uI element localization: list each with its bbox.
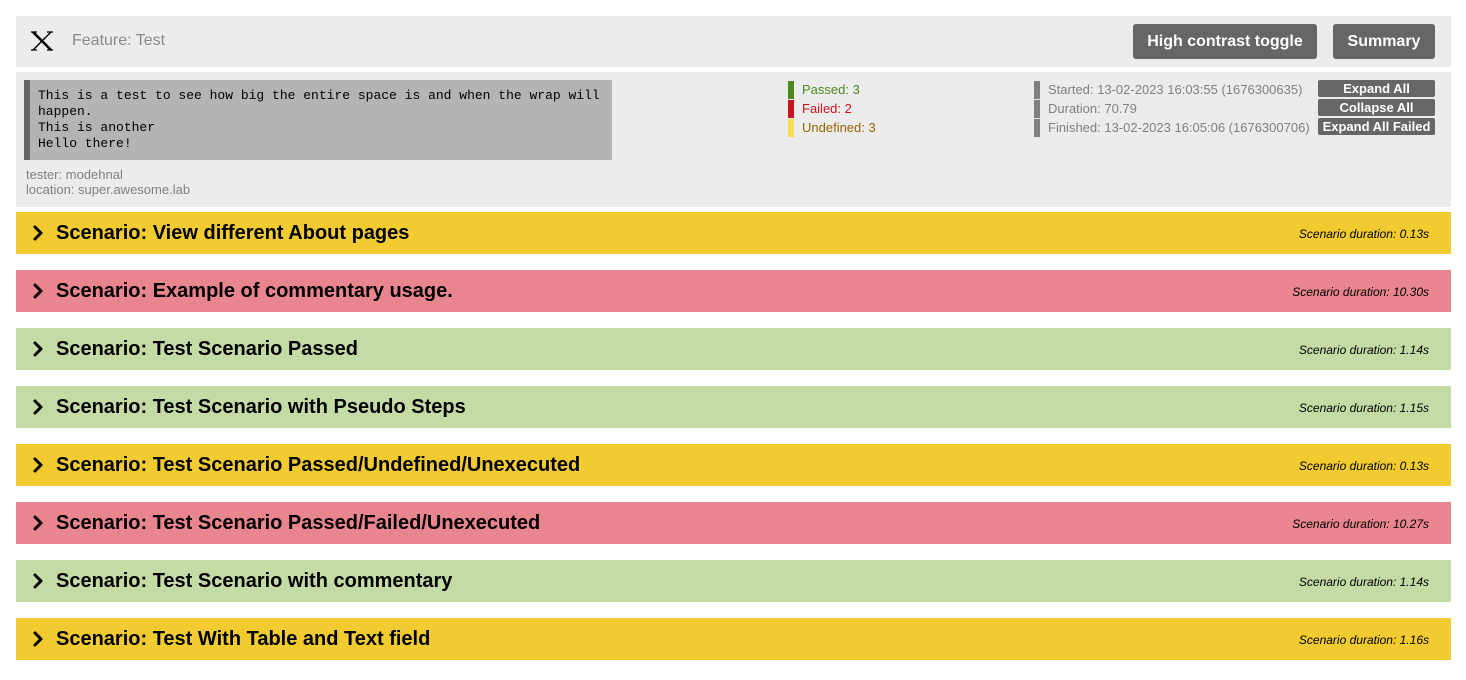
undefined-indicator	[788, 118, 794, 137]
chevron-right-icon[interactable]	[32, 340, 44, 358]
description-line: This is a test to see how big the entire…	[38, 88, 608, 119]
feature-metadata: tester: modehnal location: super.awesome…	[26, 167, 190, 197]
time-indicator	[1034, 118, 1040, 137]
collapse-all-button[interactable]: Collapse All	[1318, 99, 1435, 116]
scenario-duration: Scenario duration: 10.27s	[1292, 517, 1429, 531]
chevron-right-icon[interactable]	[32, 282, 44, 300]
scenario-row[interactable]: Scenario: Test Scenario Passed/Undefined…	[16, 444, 1451, 486]
chevron-right-icon[interactable]	[32, 630, 44, 648]
scenario-title: Scenario: Test Scenario with Pseudo Step…	[56, 396, 466, 418]
finished-time-label: Finished: 13-02-2023 16:05:06 (167630070…	[1048, 120, 1310, 135]
scenario-row[interactable]: Scenario: Test With Table and Text field…	[16, 618, 1451, 660]
tester-label: tester: modehnal	[26, 167, 123, 182]
failed-count-label: Failed: 2	[802, 101, 852, 116]
scenario-row[interactable]: Scenario: Test Scenario Passed/Failed/Un…	[16, 502, 1451, 544]
scenario-title: Scenario: Test Scenario Passed/Undefined…	[56, 454, 581, 476]
scenario-duration: Scenario duration: 0.13s	[1298, 459, 1429, 473]
chevron-right-icon[interactable]	[32, 398, 44, 416]
started-time-label: Started: 13-02-2023 16:03:55 (1676300635…	[1048, 82, 1303, 97]
undefined-count: Undefined: 3	[788, 118, 876, 137]
scenario-row[interactable]: Scenario: View different About pages Scen…	[16, 212, 1451, 254]
feature-header: Feature: Test High contrast toggle Summa…	[16, 16, 1451, 67]
scenario-duration: Scenario duration: 1.16s	[1298, 633, 1429, 647]
description-line: Hello there!	[38, 136, 132, 151]
chevron-right-icon[interactable]	[32, 456, 44, 474]
scenario-duration: Scenario duration: 1.14s	[1298, 575, 1429, 589]
x-logo-icon	[30, 26, 54, 56]
scenario-row[interactable]: Scenario: Test Scenario with commentary S…	[16, 560, 1451, 602]
expand-all-button[interactable]: Expand All	[1318, 80, 1435, 97]
feature-description: This is a test to see how big the entire…	[24, 80, 612, 160]
scenario-row[interactable]: Scenario: Test Scenario with Pseudo Step…	[16, 386, 1451, 428]
scenario-title: Scenario: Test Scenario with commentary	[56, 570, 453, 592]
failed-indicator	[788, 99, 794, 118]
feature-title: Feature: Test	[72, 32, 166, 49]
duration-time-label: Duration: 70.79	[1048, 101, 1137, 116]
passed-indicator	[788, 80, 794, 99]
expand-actions: Expand All Collapse All Expand All Faile…	[1318, 80, 1435, 137]
expand-all-failed-button[interactable]: Expand All Failed	[1318, 118, 1435, 135]
chevron-right-icon[interactable]	[32, 514, 44, 532]
chevron-right-icon[interactable]	[32, 224, 44, 242]
run-times: Started: 13-02-2023 16:03:55 (1676300635…	[1034, 80, 1310, 137]
scenario-title: Scenario: Test Scenario Passed	[56, 338, 358, 360]
status-counts: Passed: 3 Failed: 2 Undefined: 3	[788, 80, 876, 137]
scenario-duration: Scenario duration: 0.13s	[1298, 227, 1429, 241]
finished-time: Finished: 13-02-2023 16:05:06 (167630070…	[1034, 118, 1310, 137]
scenario-duration: Scenario duration: 1.14s	[1298, 343, 1429, 357]
undefined-count-label: Undefined: 3	[802, 120, 876, 135]
scenario-title: Scenario: Example of commentary usage.	[56, 280, 453, 302]
location-label: location: super.awesome.lab	[26, 182, 191, 197]
started-time: Started: 13-02-2023 16:03:55 (1676300635…	[1034, 80, 1310, 99]
time-indicator	[1034, 80, 1040, 99]
passed-count: Passed: 3	[788, 80, 876, 99]
passed-count-label: Passed: 3	[802, 82, 860, 97]
duration-time: Duration: 70.79	[1034, 99, 1310, 118]
chevron-right-icon[interactable]	[32, 572, 44, 590]
time-indicator	[1034, 99, 1040, 118]
scenario-duration: Scenario duration: 10.30s	[1292, 285, 1429, 299]
scenario-title: Scenario: View different About pages	[56, 222, 410, 244]
scenario-row[interactable]: Scenario: Example of commentary usage. Sc…	[16, 270, 1451, 312]
scenario-duration: Scenario duration: 1.15s	[1298, 401, 1429, 415]
summary-button[interactable]: Summary	[1333, 24, 1435, 59]
scenario-row[interactable]: Scenario: Test Scenario Passed Scenario d…	[16, 328, 1451, 370]
failed-count: Failed: 2	[788, 99, 876, 118]
scenario-title: Scenario: Test Scenario Passed/Failed/Un…	[56, 512, 541, 534]
feature-info-panel: This is a test to see how big the entire…	[16, 72, 1451, 207]
description-line: This is another	[38, 120, 156, 135]
scenario-title: Scenario: Test With Table and Text field	[56, 628, 431, 650]
high-contrast-toggle-button[interactable]: High contrast toggle	[1133, 24, 1317, 59]
